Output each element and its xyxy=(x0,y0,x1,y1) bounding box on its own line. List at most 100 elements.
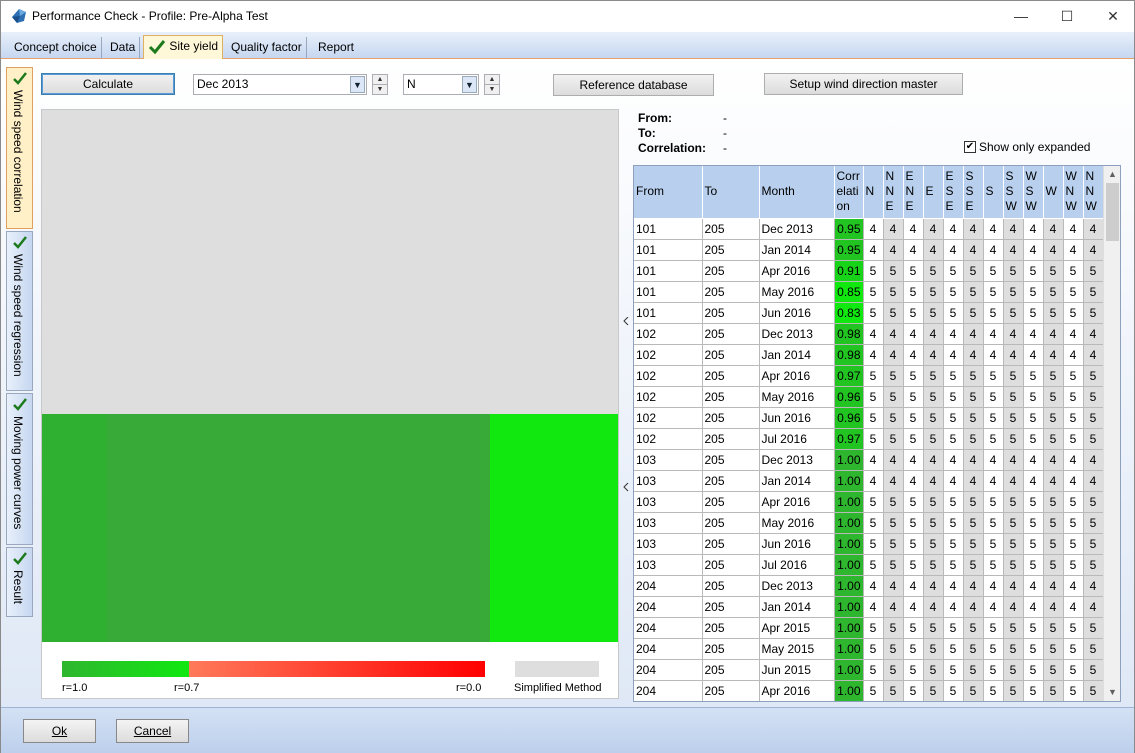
table-row[interactable]: 204 205 Jun 2015 1.00 5 5 5 5 5 5 5 5 5 5 5 5 xyxy=(634,659,1104,681)
cell-from: 101 xyxy=(634,239,703,261)
spin-down-icon[interactable]: ▼ xyxy=(373,84,387,93)
cell-direction-count: 5 xyxy=(983,407,1004,429)
table-row[interactable]: 103 205 Jul 2016 1.00 5 5 5 5 5 5 5 5 5 5 5 5 xyxy=(634,554,1104,576)
table-row[interactable]: 101 205 Dec 2013 0.95 4 4 4 4 4 4 4 4 4 4 4 4 xyxy=(634,218,1104,240)
cell-direction-count: 4 xyxy=(963,449,984,471)
col-sse[interactable]: SSE xyxy=(963,166,984,219)
col-w[interactable]: W xyxy=(1043,166,1064,219)
col-nnw[interactable]: NNW xyxy=(1083,166,1104,219)
close-button[interactable]: ✕ xyxy=(1090,1,1135,32)
vertical-scrollbar[interactable]: ▲ ▼ xyxy=(1103,166,1120,701)
col-from[interactable]: From xyxy=(634,166,703,219)
table-row[interactable]: 103 205 May 2016 1.00 5 5 5 5 5 5 5 5 5 5 5 5 xyxy=(634,512,1104,534)
table-row[interactable]: 102 205 Apr 2016 0.97 5 5 5 5 5 5 5 5 5 5 5 5 xyxy=(634,365,1104,387)
spin-up-icon[interactable]: ▲ xyxy=(485,75,499,84)
reference-database-button[interactable]: Reference database xyxy=(553,74,714,96)
col-e[interactable]: E xyxy=(923,166,944,219)
col-s[interactable]: S xyxy=(983,166,1004,219)
sidetab-moving-power-curves[interactable]: Moving power curves xyxy=(6,393,33,545)
cell-to: 205 xyxy=(702,533,760,555)
cell-direction-count: 4 xyxy=(1063,575,1084,597)
cell-direction-count: 5 xyxy=(963,659,984,681)
col-ese[interactable]: ESE xyxy=(943,166,964,219)
tab-concept-choice[interactable]: Concept choice xyxy=(10,37,102,59)
chevron-down-icon[interactable]: ▼ xyxy=(462,76,477,93)
direction-spinner[interactable]: ▲ ▼ xyxy=(484,74,500,95)
col-to[interactable]: To xyxy=(702,166,760,219)
chevron-down-icon[interactable]: ▼ xyxy=(350,76,365,93)
check-icon xyxy=(13,552,27,565)
col-wnw[interactable]: WNW xyxy=(1063,166,1084,219)
cell-direction-count: 5 xyxy=(963,302,984,324)
table-row[interactable]: 204 205 May 2015 1.00 5 5 5 5 5 5 5 5 5 5 5 5 xyxy=(634,638,1104,660)
cell-direction-count: 5 xyxy=(1023,365,1044,387)
setup-wind-direction-button[interactable]: Setup wind direction master xyxy=(764,73,963,95)
legend-r1: r=1.0 xyxy=(62,682,88,694)
col-n[interactable]: N xyxy=(863,166,884,219)
cell-direction-count: 5 xyxy=(1083,512,1104,534)
col-nne[interactable]: NNE xyxy=(883,166,904,219)
cell-from: 204 xyxy=(634,617,703,639)
sidetab-wind-speed-regression[interactable]: Wind speed regression xyxy=(6,231,33,391)
table-row[interactable]: 204 205 Jan 2014 1.00 4 4 4 4 4 4 4 4 4 4 4 4 xyxy=(634,596,1104,618)
table-row[interactable]: 103 205 Jan 2014 1.00 4 4 4 4 4 4 4 4 4 4 4 4 xyxy=(634,470,1104,492)
table-row[interactable]: 204 205 Apr 2016 1.00 5 5 5 5 5 5 5 5 5 5 5 5 xyxy=(634,680,1104,701)
spin-down-icon[interactable]: ▼ xyxy=(485,84,499,93)
table-row[interactable]: 103 205 Dec 2013 1.00 4 4 4 4 4 4 4 4 4 4 4 4 xyxy=(634,449,1104,471)
cell-direction-count: 4 xyxy=(903,596,924,618)
month-spinner[interactable]: ▲ ▼ xyxy=(372,74,388,95)
tab-report[interactable]: Report xyxy=(314,37,358,59)
table-row[interactable]: 204 205 Dec 2013 1.00 4 4 4 4 4 4 4 4 4 4 4 4 xyxy=(634,575,1104,597)
cell-direction-count: 5 xyxy=(903,491,924,513)
table-row[interactable]: 103 205 Apr 2016 1.00 5 5 5 5 5 5 5 5 5 5 5 5 xyxy=(634,491,1104,513)
scroll-down-icon[interactable]: ▼ xyxy=(1104,684,1120,701)
calculate-button[interactable]: Calculate xyxy=(41,73,175,95)
table-row[interactable]: 102 205 May 2016 0.96 5 5 5 5 5 5 5 5 5 5 5 5 xyxy=(634,386,1104,408)
cell-direction-count: 5 xyxy=(943,302,964,324)
table-row[interactable]: 101 205 Apr 2016 0.91 5 5 5 5 5 5 5 5 5 5 5 5 xyxy=(634,260,1104,282)
table-row[interactable]: 102 205 Jan 2014 0.98 4 4 4 4 4 4 4 4 4 4 4 4 xyxy=(634,344,1104,366)
table-row[interactable]: 102 205 Dec 2013 0.98 4 4 4 4 4 4 4 4 4 4 4 4 xyxy=(634,323,1104,345)
tab-data[interactable]: Data xyxy=(106,37,141,59)
col-ene[interactable]: ENE xyxy=(903,166,924,219)
minimize-button[interactable]: — xyxy=(998,1,1044,32)
table-row[interactable]: 204 205 Apr 2015 1.00 5 5 5 5 5 5 5 5 5 5 5 5 xyxy=(634,617,1104,639)
col-ssw[interactable]: SSW xyxy=(1003,166,1024,219)
show-expanded-checkbox[interactable]: ✔ xyxy=(964,141,976,153)
month-select[interactable]: Dec 2013 ▼ xyxy=(193,74,367,95)
table-row[interactable]: 103 205 Jun 2016 1.00 5 5 5 5 5 5 5 5 5 5 5 5 xyxy=(634,533,1104,555)
col-correlation[interactable]: Correlation xyxy=(834,166,864,219)
cell-direction-count: 5 xyxy=(1023,386,1044,408)
spin-up-icon[interactable]: ▲ xyxy=(373,75,387,84)
sidetab-wind-speed-correlation[interactable]: Wind speed correlation xyxy=(6,67,33,229)
scroll-up-icon[interactable]: ▲ xyxy=(1104,166,1120,183)
table-row[interactable]: 101 205 Jan 2014 0.95 4 4 4 4 4 4 4 4 4 4 4 4 xyxy=(634,239,1104,261)
sidetab-result[interactable]: Result xyxy=(6,547,33,617)
cell-direction-count: 5 xyxy=(943,428,964,450)
cell-from: 101 xyxy=(634,218,703,240)
direction-select[interactable]: N ▼ xyxy=(403,74,479,95)
tab-quality-factor[interactable]: Quality factor xyxy=(227,37,307,59)
cell-direction-count: 5 xyxy=(963,554,984,576)
col-wsw[interactable]: WSW xyxy=(1023,166,1044,219)
table-row[interactable]: 101 205 Jun 2016 0.83 5 5 5 5 5 5 5 5 5 5 5 5 xyxy=(634,302,1104,324)
table-row[interactable]: 102 205 Jul 2016 0.97 5 5 5 5 5 5 5 5 5 5 5 5 xyxy=(634,428,1104,450)
tab-site-yield[interactable]: Site yield xyxy=(143,35,224,60)
cell-direction-count: 4 xyxy=(1003,470,1024,492)
check-icon xyxy=(13,398,27,411)
cell-direction-count: 5 xyxy=(1063,533,1084,555)
cell-direction-count: 5 xyxy=(923,491,944,513)
scrollbar-thumb[interactable] xyxy=(1106,183,1119,241)
table-row[interactable]: 102 205 Jun 2016 0.96 5 5 5 5 5 5 5 5 5 5 5 5 xyxy=(634,407,1104,429)
panel-splitter[interactable] xyxy=(622,316,630,497)
cell-direction-count: 4 xyxy=(863,344,884,366)
cell-direction-count: 4 xyxy=(1083,575,1104,597)
cell-direction-count: 5 xyxy=(1043,386,1064,408)
ok-button[interactable]: Ok xyxy=(23,719,96,743)
col-month[interactable]: Month xyxy=(759,166,835,219)
cell-from: 103 xyxy=(634,449,703,471)
table-row[interactable]: 101 205 May 2016 0.85 5 5 5 5 5 5 5 5 5 5 5 5 xyxy=(634,281,1104,303)
maximize-button[interactable]: ☐ xyxy=(1044,1,1090,32)
cancel-button[interactable]: Cancel xyxy=(116,719,189,743)
cell-corr: 1.00 xyxy=(834,659,864,681)
